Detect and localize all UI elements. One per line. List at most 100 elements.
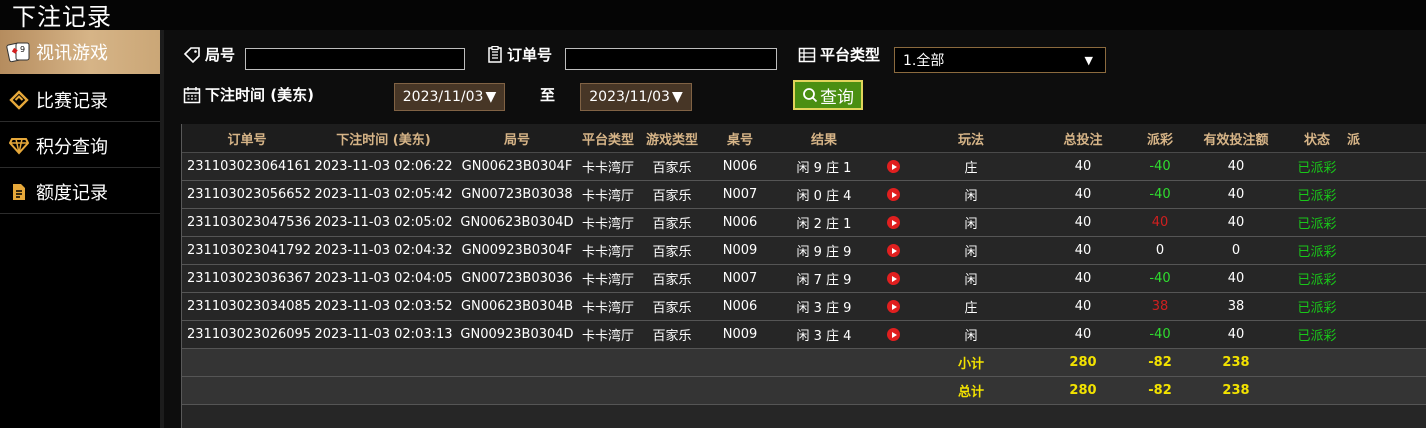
cell-replay[interactable] — [875, 180, 911, 209]
query-button-label: 查询 — [820, 87, 854, 108]
summary-label: 小计 — [911, 348, 1031, 377]
date-to-picker[interactable]: 2023/11/03 ▼ — [580, 83, 692, 111]
cell-order-number: 231103023047536 — [182, 208, 312, 237]
play-video-icon[interactable] — [886, 160, 900, 173]
col-header-bet-time: 下注时间 (美东) — [312, 124, 455, 153]
sidebar-item-match-records[interactable]: 比赛记录 — [0, 78, 160, 122]
summary-payout: -82 — [1135, 348, 1185, 377]
cell-truncated — [1347, 292, 1426, 321]
table-header-row: 订单号 下注时间 (美东) 局号 平台类型 游戏类型 桌号 结果 玩法 总投注 … — [182, 124, 1426, 153]
cell-game-type: 百家乐 — [637, 236, 707, 265]
cell-truncated — [1347, 180, 1426, 209]
cell-bet-time: 2023-11-03 02:03:52 — [312, 292, 455, 321]
cell-empty — [1347, 376, 1426, 405]
bet-records-table: 订单号 下注时间 (美东) 局号 平台类型 游戏类型 桌号 结果 玩法 总投注 … — [181, 124, 1426, 428]
cell-game-type: 百家乐 — [637, 180, 707, 209]
cell-result: 闲 9 庄 1 — [773, 152, 875, 181]
top-header: 下注记录 — [0, 0, 1426, 31]
play-video-icon[interactable] — [886, 300, 900, 313]
cell-empty — [1347, 348, 1426, 377]
cell-platform-type: 卡卡湾厅 — [579, 236, 637, 265]
sidebar-divider — [160, 30, 164, 428]
col-header-round-number: 局号 — [455, 124, 579, 153]
cell-total-bet: 40 — [1031, 236, 1135, 265]
cell-replay[interactable] — [875, 236, 911, 265]
cell-empty — [773, 348, 875, 377]
cell-status: 已派彩 — [1287, 152, 1347, 181]
cell-replay[interactable] — [875, 264, 911, 293]
cell-round-number: GN00623B0304D — [455, 208, 579, 237]
page-title: 下注记录 — [12, 3, 112, 31]
cell-empty — [707, 376, 773, 405]
summary-label: 总计 — [911, 376, 1031, 405]
cell-empty — [637, 376, 707, 405]
order-filter-label: 订单号 — [487, 44, 552, 65]
cell-empty — [637, 348, 707, 377]
cell-bet-type: 闲 — [911, 236, 1031, 265]
col-header-payout: 派彩 — [1135, 124, 1185, 153]
play-video-icon[interactable] — [886, 188, 900, 201]
cell-result: 闲 0 庄 4 — [773, 180, 875, 209]
cell-game-type: 百家乐 — [637, 208, 707, 237]
cell-order-number: 231103023036367 — [182, 264, 312, 293]
cell-replay[interactable] — [875, 208, 911, 237]
cell-table-number: N007 — [707, 180, 773, 209]
cell-valid-bet: 40 — [1185, 152, 1287, 181]
cell-valid-bet: 40 — [1185, 180, 1287, 209]
chevron-down-icon: ▼ — [1084, 54, 1093, 67]
grand-total-row: 总计 280 -82 238 — [182, 376, 1426, 405]
sidebar-item-credit-records[interactable]: 额度记录 — [0, 170, 160, 214]
cell-replay[interactable] — [875, 152, 911, 181]
cell-payout: 38 — [1135, 292, 1185, 321]
cell-empty — [1287, 348, 1347, 377]
cell-total-bet: 40 — [1031, 292, 1135, 321]
cell-game-type: 百家乐 — [637, 320, 707, 349]
cell-status: 已派彩 — [1287, 208, 1347, 237]
cell-order-number: 231103023034085 — [182, 292, 312, 321]
cell-bet-type: 闲 — [911, 264, 1031, 293]
cell-truncated — [1347, 208, 1426, 237]
platform-type-select[interactable]: 1.全部 ▼ — [894, 47, 1106, 73]
date-from-picker[interactable]: 2023/11/03 ▼ — [394, 83, 505, 111]
sidebar-item-live-games[interactable]: 9 视讯游戏 — [0, 30, 163, 74]
order-number-input[interactable] — [565, 48, 777, 70]
chevron-down-icon: ▼ — [485, 89, 497, 105]
col-header-game-type: 游戏类型 — [637, 124, 707, 153]
cell-round-number: GN00623B0304B — [455, 292, 579, 321]
cell-bet-type: 闲 — [911, 180, 1031, 209]
round-filter-label: 局号 — [183, 44, 235, 65]
cell-order-number: 231103023041792 — [182, 236, 312, 265]
play-video-icon[interactable] — [886, 328, 900, 341]
cell-payout: -40 — [1135, 264, 1185, 293]
cell-empty — [579, 376, 637, 405]
sidebar-item-points-query[interactable]: 积分查询 — [0, 124, 160, 168]
round-number-input[interactable] — [245, 48, 465, 70]
cell-bet-type: 闲 — [911, 320, 1031, 349]
cell-replay[interactable] — [875, 292, 911, 321]
col-header-replay — [875, 124, 911, 153]
col-header-status: 状态 — [1287, 124, 1347, 153]
summary-total-bet: 280 — [1031, 376, 1135, 405]
cell-status: 已派彩 — [1287, 236, 1347, 265]
sidebar-item-label: 视讯游戏 — [36, 43, 108, 64]
play-video-icon[interactable] — [886, 216, 900, 229]
query-button[interactable]: 查询 — [793, 80, 863, 110]
cell-valid-bet: 40 — [1185, 320, 1287, 349]
cell-empty — [182, 348, 312, 377]
cell-round-number: GN00723B03038 — [455, 180, 579, 209]
cell-empty — [875, 348, 911, 377]
cell-order-number: 231103023056652 — [182, 180, 312, 209]
cell-result: 闲 3 庄 4 — [773, 320, 875, 349]
cell-platform-type: 卡卡湾厅 — [579, 264, 637, 293]
cell-payout: 0 — [1135, 236, 1185, 265]
sidebar: 9 视讯游戏 比赛记录 积分查询 额度记录 — [0, 30, 163, 428]
sidebar-item-label: 比赛记录 — [36, 90, 108, 112]
cell-replay[interactable] — [875, 320, 911, 349]
cell-empty — [312, 376, 455, 405]
cell-truncated — [1347, 152, 1426, 181]
cell-platform-type: 卡卡湾厅 — [579, 152, 637, 181]
play-video-icon[interactable] — [886, 244, 900, 257]
cell-bet-time: 2023-11-03 02:04:05 — [312, 264, 455, 293]
play-video-icon[interactable] — [886, 272, 900, 285]
summary-payout: -82 — [1135, 376, 1185, 405]
